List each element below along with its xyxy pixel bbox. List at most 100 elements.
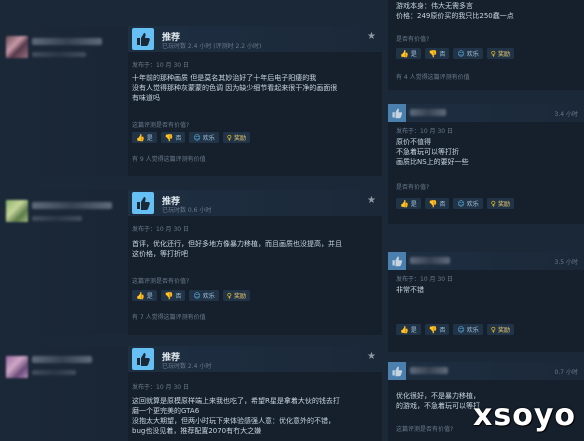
username[interactable] — [410, 367, 448, 374]
vote-yes-button[interactable]: 👍 是 — [396, 48, 421, 59]
vote-no-label: 否 — [439, 51, 446, 58]
helpful-count: 有 7 人觉得这篇评测有价值 — [132, 314, 206, 321]
username[interactable] — [32, 356, 92, 363]
review-header: 推荐 已玩时数 2.4 小时 (评测时 2.2 小时) ★ — [128, 26, 382, 52]
review-line: 这回就算是原模原样端上来我也吃了，希望R星是拿着大伙的钱去打 — [132, 397, 340, 405]
star-icon[interactable]: ★ — [367, 351, 376, 362]
award-icon: ♀ — [226, 291, 232, 300]
thumbs-up-icon: 👍 — [136, 133, 145, 142]
reviews-column: 推荐 已玩时数 2.4 小时 (评测时 2.2 小时) ★ 发布于：10 月 3… — [0, 0, 382, 441]
smile-icon: ☺ — [457, 199, 465, 208]
vote-funny-button[interactable]: ☺ 欢乐 — [189, 290, 219, 301]
vote-yes-label: 是 — [410, 201, 417, 208]
thumbs-up-icon — [132, 348, 154, 370]
vote-yes-button[interactable]: 👍 是 — [132, 290, 157, 301]
username[interactable] — [32, 202, 112, 209]
thumbs-down-icon: 👎 — [428, 325, 438, 334]
review-body: 首评，优化还行，但好多地方像暴力移植，而且画质也没提高，并且 这价格，等打折吧 — [132, 239, 377, 259]
vote-no-label: 否 — [439, 327, 446, 334]
vote-no-label: 否 — [175, 293, 182, 300]
award-label: 奖励 — [497, 201, 510, 208]
vote-funny-button[interactable]: ☺ 欢乐 — [453, 324, 483, 335]
side-review-header: 0.7 小时 — [388, 362, 584, 380]
side-review-header: 3.4 小时 — [388, 104, 584, 122]
username[interactable] — [410, 109, 446, 116]
review-line: 十年前的那种画质 但是莫名其妙治好了十年后电子阳痿的我 — [132, 74, 317, 82]
smile-icon: ☺ — [193, 291, 201, 300]
thumbs-up-icon — [132, 192, 154, 214]
award-button[interactable]: ♀ 奖励 — [486, 198, 514, 209]
vote-no-button[interactable]: 👎 否 — [424, 48, 450, 59]
helpful-question: 是否有价值? — [396, 184, 430, 191]
vote-yes-label: 是 — [410, 51, 417, 58]
posted-date: 发布于：10 月 30 日 — [396, 276, 453, 283]
vote-no-button[interactable]: 👎 否 — [160, 290, 186, 301]
review-line: 不急着玩可以等打折 — [396, 148, 459, 156]
award-label: 奖励 — [233, 135, 246, 142]
hours-played: 3.4 小时 — [554, 111, 578, 118]
review-body: 十年前的那种画质 但是莫名其妙治好了十年后电子阳痿的我 没有人觉得那种灰蒙蒙的色… — [132, 73, 377, 103]
review-line: 这价格，等打折吧 — [132, 250, 188, 258]
vote-no-button[interactable]: 👎 否 — [160, 132, 186, 143]
posted-date: 发布于：10 月 30 日 — [396, 128, 453, 135]
vote-funny-button[interactable]: ☺ 欢乐 — [189, 132, 219, 143]
vote-buttons: 👍 是 👎 否 ☺ 欢乐 ♀ 奖励 — [396, 198, 514, 209]
award-label: 奖励 — [233, 293, 246, 300]
smile-icon: ☺ — [457, 325, 465, 334]
vote-yes-button[interactable]: 👍 是 — [396, 198, 421, 209]
thumbs-up-icon — [132, 28, 154, 50]
vote-funny-button[interactable]: ☺ 欢乐 — [453, 198, 483, 209]
award-button[interactable]: ♀ 奖励 — [222, 132, 250, 143]
avatar[interactable] — [6, 36, 28, 58]
review-body: 这回就算是原模原样端上来我也吃了，希望R星是拿着大伙的钱去打 磨一个更完美的GT… — [132, 396, 377, 436]
posted-date: 发布于：10 月 30 日 — [132, 226, 189, 233]
vote-buttons: 👍 是 👎 否 ☺ 欢乐 ♀ 奖励 — [132, 290, 250, 301]
thumbs-down-icon: 👎 — [164, 133, 174, 142]
review-line: 游戏本身：伟大无需多言 — [396, 2, 473, 10]
thumbs-up-icon: 👍 — [400, 325, 409, 334]
thumbs-down-icon: 👎 — [164, 291, 174, 300]
helpful-count: 有 9 人觉得这篇评测有价值 — [132, 156, 206, 163]
award-icon: ♀ — [490, 199, 496, 208]
thumbs-up-icon — [388, 104, 406, 122]
posted-date: 发布于：10 月 30 日 — [132, 62, 189, 69]
vote-yes-button[interactable]: 👍 是 — [132, 132, 157, 143]
star-icon[interactable]: ★ — [367, 195, 376, 206]
vote-funny-label: 欢乐 — [466, 51, 479, 58]
review-header: 推荐 已玩时数 2.4 小时 ★ — [128, 346, 382, 372]
vote-funny-button[interactable]: ☺ 欢乐 — [453, 48, 483, 59]
award-button[interactable]: ♀ 奖励 — [486, 324, 514, 335]
thumbs-up-icon: 👍 — [400, 199, 409, 208]
review-card: 推荐 已玩时数 2.4 小时 ★ 发布于：10 月 30 日 这回就算是原模原样… — [0, 346, 382, 441]
vote-yes-button[interactable]: 👍 是 — [396, 324, 421, 335]
user-stats — [32, 370, 76, 375]
user-stats — [32, 52, 86, 57]
username[interactable] — [32, 38, 102, 45]
user-stats — [32, 216, 82, 221]
avatar[interactable] — [6, 200, 28, 222]
review-line: 画质比NS上的要好一些 — [396, 158, 469, 166]
helpful-count: 有 4 人觉得这篇评测有价值 — [396, 74, 470, 81]
username[interactable] — [410, 257, 450, 264]
review-card: 推荐 已玩时数 0.6 小时 ★ 发布于：10 月 30 日 首评，优化还行，但… — [0, 190, 382, 335]
vote-no-button[interactable]: 👎 否 — [424, 324, 450, 335]
award-button[interactable]: ♀ 奖励 — [486, 48, 514, 59]
award-icon: ♀ — [490, 325, 496, 334]
side-review-card: 游戏本身：伟大无需多言 价格：249原价买的我只比250蠢一点 是否有价值? 👍… — [388, 0, 584, 90]
vote-buttons: 👍 是 👎 否 ☺ 欢乐 ♀ 奖励 — [396, 324, 514, 335]
hours-played: 已玩时数 2.4 小时 — [162, 363, 212, 370]
review-header: 推荐 已玩时数 0.6 小时 ★ — [128, 190, 382, 216]
thumbs-down-icon: 👎 — [428, 49, 438, 58]
watermark: xsoyo — [473, 398, 576, 433]
avatar[interactable] — [6, 356, 28, 378]
vote-no-button[interactable]: 👎 否 — [424, 198, 450, 209]
vote-yes-label: 是 — [146, 293, 153, 300]
star-icon[interactable]: ★ — [367, 31, 376, 42]
award-button[interactable]: ♀ 奖励 — [222, 290, 250, 301]
vote-yes-label: 是 — [410, 327, 417, 334]
thumbs-up-icon: 👍 — [400, 49, 409, 58]
helpful-question: 这篇评测是否有价值? — [396, 426, 454, 433]
side-review-card: 3.4 小时 发布于：10 月 30 日 原价不值得 不急着玩可以等打折 画质比… — [388, 104, 584, 224]
user-pane — [0, 26, 128, 176]
review-line: 没有人觉得那种灰蒙蒙的色调 因为缺少细节看起来很干净的画面很 — [132, 84, 338, 92]
